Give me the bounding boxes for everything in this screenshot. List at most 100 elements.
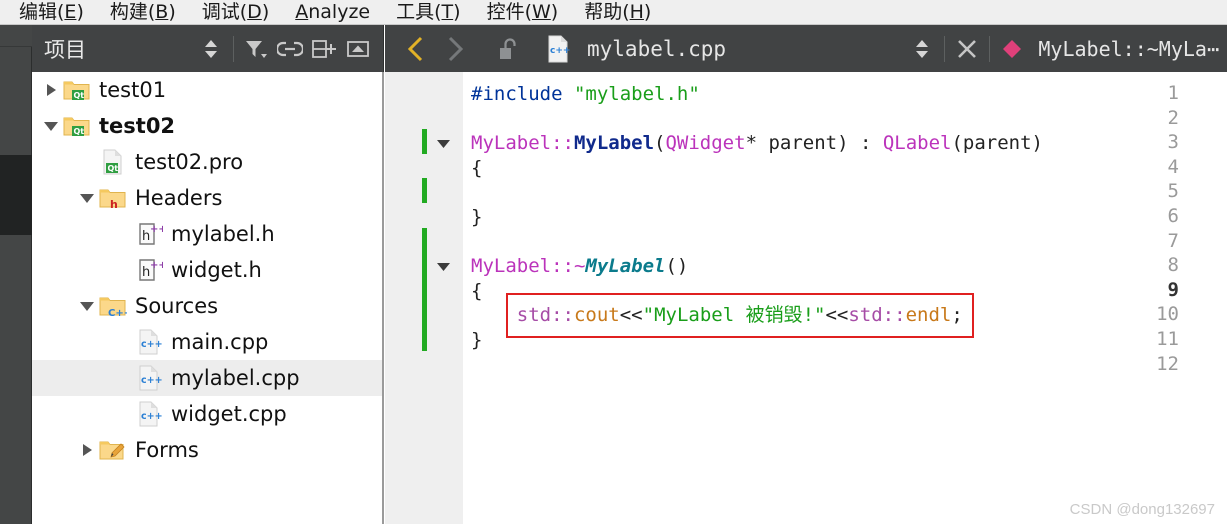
tree-item-label: test01 <box>99 77 167 102</box>
code-line[interactable]: } <box>471 205 1227 230</box>
code-token: (parent) <box>951 132 1043 155</box>
editor-sync-icon[interactable] <box>905 32 939 66</box>
menu-item-2[interactable]: 调试(D) <box>189 1 282 24</box>
symbol-selector[interactable]: MyLabel::~MyLa⋯ <box>1038 37 1219 61</box>
chevron-right-icon[interactable] <box>40 72 62 108</box>
tree-item-main-cpp[interactable]: c++ main.cpp <box>32 324 382 360</box>
code-token: MyLabel::~ <box>471 255 586 278</box>
forward-button[interactable] <box>435 29 473 69</box>
cpp-file-icon: c++ <box>134 399 164 429</box>
chevron-right-icon[interactable] <box>76 432 98 468</box>
code-token: std:: <box>848 304 906 327</box>
code-token: * parent) : <box>745 132 883 155</box>
code-line[interactable]: MyLabel::~MyLabel() <box>471 254 1227 279</box>
code-line[interactable]: } <box>471 328 1227 353</box>
code-token: << <box>619 304 643 327</box>
change-marker <box>422 326 427 351</box>
fold-toggle-icon[interactable] <box>433 131 453 155</box>
chevron-down-icon[interactable] <box>76 180 98 216</box>
code-token: QLabel <box>882 132 952 155</box>
watermark: CSDN @dong132697 <box>1069 501 1215 518</box>
menu-item-0[interactable]: 编辑(E) <box>6 1 97 24</box>
code-token: std:: <box>516 304 574 327</box>
code-line[interactable]: #include "mylabel.h" <box>471 82 1227 107</box>
tree-item-widget-h[interactable]: h ++ widget.h <box>32 252 382 288</box>
tree-item-mylabel-cpp[interactable]: c++ mylabel.cpp <box>32 360 382 396</box>
menu-item-3[interactable]: Analyze <box>282 1 383 24</box>
project-panel-title: 项目 <box>44 37 86 62</box>
link-icon[interactable] <box>273 32 307 66</box>
menu-item-1[interactable]: 构建(B) <box>97 1 189 24</box>
qt-folder-icon: Qt <box>62 75 92 105</box>
back-button[interactable] <box>397 29 435 69</box>
editor-toolbar: c++ mylabel.cpp MyLabel::~MyLa⋯ <box>385 25 1227 72</box>
lock-icon[interactable] <box>489 29 527 69</box>
project-tree[interactable]: Qt test01 Qt test02 Qt test02.pro h Head… <box>32 72 384 524</box>
code-line[interactable] <box>471 353 1227 378</box>
svg-text:Qt: Qt <box>108 164 119 173</box>
svg-text:h: h <box>142 229 150 244</box>
chevron-down-icon[interactable] <box>76 288 98 324</box>
tree-item-widget-cpp[interactable]: c++ widget.cpp <box>32 396 382 432</box>
svg-text:Qt: Qt <box>74 127 85 136</box>
tree-item-label: main.cpp <box>171 329 269 354</box>
collapse-icon[interactable] <box>341 32 375 66</box>
editor-toolbar-right: MyLabel::~MyLa⋯ <box>905 32 1227 66</box>
svg-text:h: h <box>110 198 118 210</box>
menu-item-6[interactable]: 帮助(H) <box>571 1 664 24</box>
fold-toggle-icon[interactable] <box>433 254 453 278</box>
cpp-file-icon: c++ <box>539 29 577 69</box>
editor-filename[interactable]: mylabel.cpp <box>587 37 726 61</box>
code-line[interactable] <box>471 180 1227 205</box>
code-line[interactable]: std::cout<<"MyLabel 被销毁!"<<std::endl; <box>471 303 1227 328</box>
tree-item-sources[interactable]: C++ Sources <box>32 288 382 324</box>
code-editor[interactable]: 1 2 3 4 5 6 7 8 9 10 11 12 #include "mylabel.h" MyLa… <box>385 72 1227 524</box>
tree-item-test02-pro[interactable]: Qt test02.pro <box>32 144 382 180</box>
change-marker <box>422 178 427 203</box>
svg-text:c++: c++ <box>141 375 163 386</box>
svg-text:++: ++ <box>150 224 163 235</box>
change-marker <box>422 252 427 277</box>
h-folder-icon: h <box>98 183 128 213</box>
code-token: << <box>825 304 849 327</box>
symbol-diamond-icon <box>995 32 1029 66</box>
tree-item-label: test02.pro <box>135 149 244 174</box>
code-line[interactable] <box>471 107 1227 132</box>
code-line[interactable]: { <box>471 279 1227 304</box>
code-line[interactable] <box>471 230 1227 255</box>
code-line[interactable]: { <box>471 156 1227 181</box>
tree-item-label: Forms <box>135 437 199 462</box>
sync-selection-icon[interactable] <box>194 32 228 66</box>
menu-item-5[interactable]: 控件(W) <box>474 1 572 24</box>
menu-item-4[interactable]: 工具(T) <box>383 1 473 24</box>
svg-text:c++: c++ <box>141 339 163 350</box>
mode-selected-item[interactable] <box>0 155 32 235</box>
code-token: "mylabel.h" <box>573 83 700 105</box>
tree-item-test01[interactable]: Qt test01 <box>32 72 382 108</box>
cpp-folder-icon: C++ <box>98 291 128 321</box>
change-marker <box>422 129 427 154</box>
tree-item-label: mylabel.h <box>171 221 275 246</box>
close-icon[interactable] <box>950 32 984 66</box>
tree-item-test02[interactable]: Qt test02 <box>32 108 382 144</box>
chevron-down-icon[interactable] <box>40 108 62 144</box>
hpp-file-icon: h ++ <box>134 255 164 285</box>
svg-text:c++: c++ <box>141 411 163 422</box>
code-line[interactable]: MyLabel::MyLabel(QWidget* parent) : QLab… <box>471 131 1227 156</box>
code-token: #include <box>471 83 574 105</box>
svg-text:h: h <box>142 265 150 280</box>
split-add-icon[interactable] <box>307 32 341 66</box>
code-token: } <box>471 329 483 351</box>
mode-selector-strip[interactable] <box>0 25 32 524</box>
code-token: ( <box>654 132 666 155</box>
toolbar-divider-2 <box>944 35 946 62</box>
code-token: { <box>471 156 483 179</box>
tree-item-label: test02 <box>99 113 176 138</box>
tree-item-forms[interactable]: Forms <box>32 432 382 468</box>
tree-item-headers[interactable]: h Headers <box>32 180 382 216</box>
tree-item-mylabel-h[interactable]: h ++ mylabel.h <box>32 216 382 252</box>
filter-icon[interactable] <box>239 32 273 66</box>
code-token: MyLabel <box>573 132 655 155</box>
